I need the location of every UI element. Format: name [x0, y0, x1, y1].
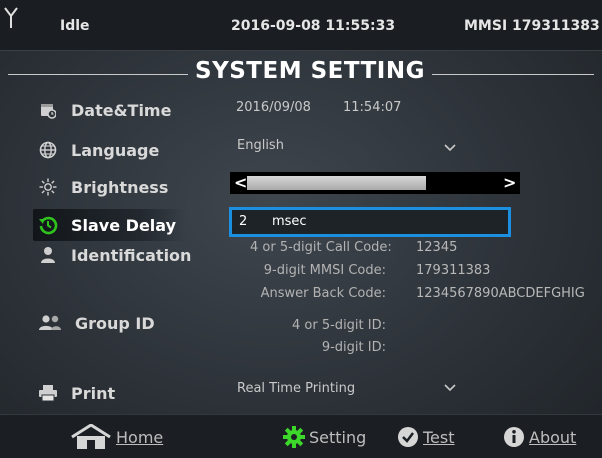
menu-label-print: Print [71, 383, 116, 403]
language-select[interactable]: English [237, 138, 284, 153]
print-mode-select[interactable]: Real Time Printing [237, 381, 355, 396]
title-rule-left [8, 74, 188, 75]
group-icon [37, 312, 63, 334]
page-title: SYSTEM SETTING [195, 58, 425, 84]
calendar-clock-icon [37, 99, 59, 121]
menu-item-date-time[interactable]: Date&Time [37, 95, 171, 125]
bottom-nav: Home Setting Test About [0, 414, 602, 458]
brightness-slider-fill[interactable] [247, 176, 426, 190]
status-mmsi: MMSI 179311383 [464, 18, 600, 34]
date-value[interactable]: 2016/09/08 [236, 100, 311, 115]
chevron-down-icon[interactable] [444, 144, 456, 152]
brightness-decrease-arrow[interactable]: < [234, 173, 247, 192]
mmsi-code-value[interactable]: 179311383 [416, 263, 490, 278]
menu-item-group-id[interactable]: Group ID [37, 308, 155, 338]
menu-item-brightness[interactable]: Brightness [37, 172, 168, 202]
person-icon [37, 244, 59, 266]
menu-item-identification[interactable]: Identification [37, 240, 191, 270]
menu-item-slave-delay[interactable]: Slave Delay [33, 209, 185, 241]
about-button[interactable]: About [503, 424, 576, 450]
group-id-5-label: 4 or 5-digit ID: [292, 318, 386, 333]
info-icon [503, 426, 525, 448]
brightness-slider[interactable]: < > [230, 172, 520, 194]
home-label: Home [116, 427, 164, 447]
gear-icon [283, 426, 305, 448]
check-circle-icon [397, 426, 419, 448]
menu-label-language: Language [71, 140, 160, 160]
screen: Idle 2016-09-08 11:55:33 MMSI 179311383 … [0, 0, 602, 458]
group-id-9-label: 9-digit ID: [321, 340, 386, 355]
status-datetime: 2016-09-08 11:55:33 [231, 18, 396, 34]
menu-label-group-id: Group ID [75, 313, 155, 333]
answer-back-label: Answer Back Code: [260, 286, 386, 301]
antenna-icon [4, 7, 18, 28]
home-button[interactable]: Home [70, 424, 163, 450]
setting-label: Setting [309, 427, 367, 447]
globe-icon [37, 139, 59, 161]
history-icon [37, 214, 59, 236]
title-rule-right [432, 74, 594, 75]
slave-delay-value: 2 [239, 214, 248, 229]
menu-label-identification: Identification [71, 245, 192, 265]
menu-label-brightness: Brightness [71, 177, 169, 197]
status-state: Idle [60, 18, 90, 34]
status-bar: Idle 2016-09-08 11:55:33 MMSI 179311383 [0, 0, 602, 51]
call-code-value[interactable]: 12345 [416, 240, 457, 255]
menu-item-print[interactable]: Print [37, 378, 115, 408]
menu-label-date-time: Date&Time [71, 100, 172, 120]
test-button[interactable]: Test [397, 424, 455, 450]
test-label: Test [423, 427, 455, 447]
home-icon [70, 424, 112, 450]
chevron-down-icon[interactable] [444, 384, 456, 392]
slave-delay-unit: msec [272, 214, 307, 229]
answer-back-value[interactable]: 1234567890ABCDEFGHIG [416, 286, 585, 301]
brightness-increase-arrow[interactable]: > [503, 173, 516, 192]
time-value[interactable]: 11:54:07 [343, 100, 401, 115]
about-label: About [529, 427, 577, 447]
sun-icon [37, 176, 59, 198]
mmsi-code-label: 9-digit MMSI Code: [263, 263, 386, 278]
menu-label-slave-delay: Slave Delay [71, 215, 177, 235]
call-code-label: 4 or 5-digit Call Code: [250, 240, 392, 255]
printer-icon [37, 382, 59, 404]
setting-button[interactable]: Setting [283, 424, 366, 450]
menu-item-language[interactable]: Language [37, 135, 159, 165]
slave-delay-input[interactable]: 2 msec [229, 207, 511, 237]
